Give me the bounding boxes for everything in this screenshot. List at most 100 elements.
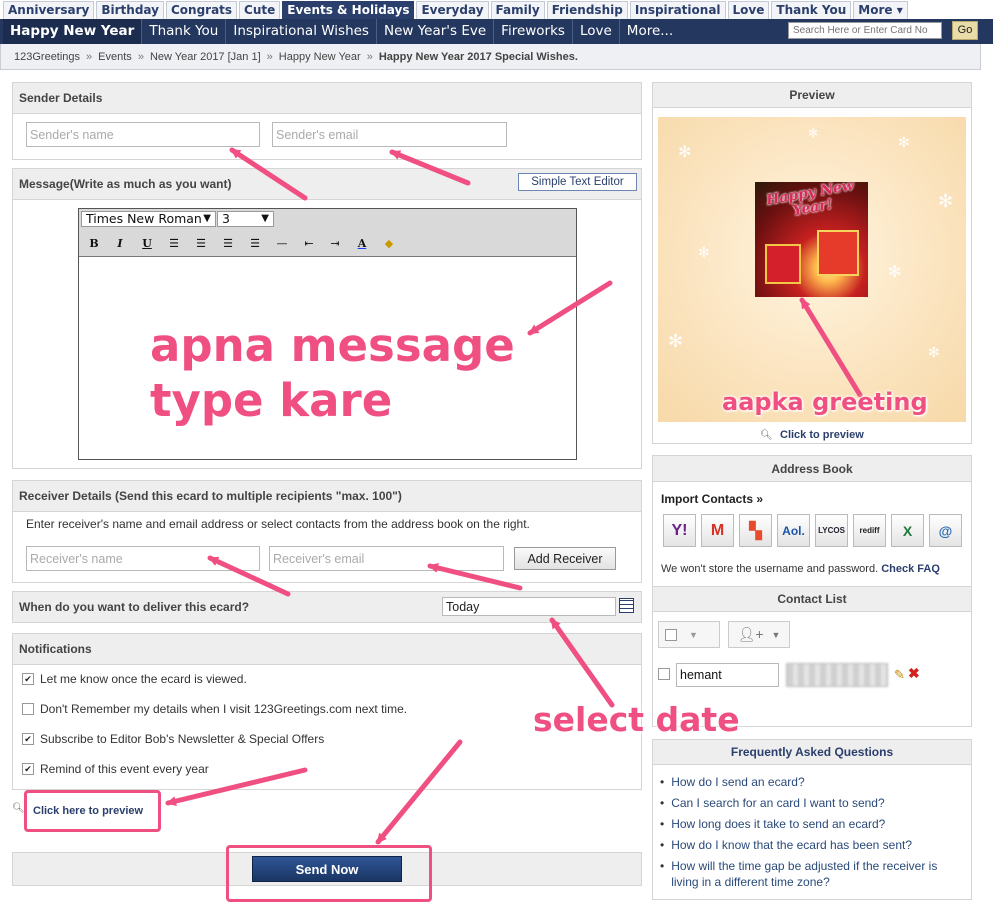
sender-name-input[interactable]: Sender's name xyxy=(26,122,260,147)
faq-item[interactable]: • How will the time gap be adjusted if th… xyxy=(660,858,960,890)
breadcrumb-separator: » xyxy=(366,50,373,63)
breadcrumb-happy-new-year[interactable]: Happy New Year xyxy=(279,51,361,63)
subtab-thank-you[interactable]: Thank You xyxy=(142,19,227,44)
indent-icon[interactable]: ⇥ xyxy=(325,235,345,253)
font-size-select[interactable]: 3 ▼ xyxy=(217,211,274,227)
checkbox-checked-icon[interactable]: ✔ xyxy=(22,733,34,745)
checkbox-checked-icon[interactable]: ✔ xyxy=(22,673,34,685)
highlight-color-icon[interactable]: ◆ xyxy=(379,235,399,253)
svg-text:✻: ✻ xyxy=(808,126,818,140)
delete-icon[interactable]: ✖ xyxy=(908,665,920,682)
faq-item[interactable]: • How long does it take to send an ecard? xyxy=(660,816,960,832)
tab-events-holidays[interactable]: Events & Holidays xyxy=(282,1,415,19)
check-faq-link[interactable]: Check FAQ xyxy=(881,563,940,575)
yahoo-icon[interactable]: Y! xyxy=(663,514,696,547)
align-right-icon[interactable]: ☰ xyxy=(218,235,238,253)
preview-link[interactable]: Click here to preview xyxy=(33,805,143,817)
tab-congrats[interactable]: Congrats xyxy=(165,1,238,19)
breadcrumb-new-year-2017[interactable]: New Year 2017 [Jan 1] xyxy=(150,51,261,63)
checkbox-unchecked-icon xyxy=(665,628,677,641)
receiver-details-title: Receiver Details (Send this ecard to mul… xyxy=(13,481,641,512)
select-all-dropdown[interactable]: ▼ xyxy=(658,621,720,648)
add-contact-dropdown[interactable]: 👤︎+ ▼ xyxy=(728,621,790,648)
faq-item-text: How do I know that the ecard has been se… xyxy=(671,838,913,852)
delivery-date-input[interactable]: Today xyxy=(442,597,616,616)
dropdown-arrow-icon: ▼ xyxy=(261,213,269,224)
faq-item-text: How will the time gap be adjusted if the… xyxy=(671,859,938,889)
underline-icon[interactable]: U xyxy=(137,235,157,253)
rediff-icon[interactable]: rediff xyxy=(853,514,886,547)
subtab-inspirational-wishes[interactable]: Inspirational Wishes xyxy=(226,19,377,44)
dropdown-arrow-icon: ▼ xyxy=(203,213,211,224)
simple-text-editor-button[interactable]: Simple Text Editor xyxy=(518,173,637,191)
faq-item-text: How long does it take to send an ecard? xyxy=(671,817,886,831)
bold-icon[interactable]: B xyxy=(84,235,104,253)
privacy-note-text: We won't store the username and password… xyxy=(661,563,879,575)
breadcrumb-home[interactable]: 123Greetings xyxy=(14,51,80,63)
tab-family[interactable]: Family xyxy=(490,1,545,19)
subtab-fireworks[interactable]: Fireworks xyxy=(494,19,573,44)
add-receiver-button[interactable]: Add Receiver xyxy=(514,547,616,570)
receiver-name-input[interactable]: Receiver's name xyxy=(26,546,260,571)
font-color-icon[interactable]: A xyxy=(352,235,372,253)
contact-name-field[interactable]: hemant xyxy=(676,663,779,687)
search-input[interactable] xyxy=(788,22,942,39)
justify-icon[interactable]: ☰ xyxy=(245,235,265,253)
tab-thank-you[interactable]: Thank You xyxy=(771,1,852,19)
excel-icon[interactable]: X xyxy=(891,514,924,547)
horizontal-rule-icon[interactable]: — xyxy=(272,235,292,253)
subtab-happy-new-year[interactable]: Happy New Year xyxy=(3,19,143,44)
annotation-date: select date xyxy=(533,700,740,739)
click-to-preview-link[interactable]: Click to preview xyxy=(780,429,864,441)
faq-item[interactable]: • How do I know that the ecard has been s… xyxy=(660,837,960,853)
contact-email-field-blurred[interactable] xyxy=(786,663,888,687)
subtab-new-years-eve[interactable]: New Year's Eve xyxy=(377,19,495,44)
tab-more[interactable]: More ▾ xyxy=(853,1,908,19)
font-size-value: 3 xyxy=(222,211,230,226)
notification-option-remember[interactable]: Don't Remember my details when I visit 1… xyxy=(22,702,407,716)
receiver-email-input[interactable]: Receiver's email xyxy=(269,546,504,571)
font-family-select[interactable]: Times New Roman ▼ xyxy=(81,211,216,227)
tab-friendship[interactable]: Friendship xyxy=(546,1,628,19)
subtab-more[interactable]: More... xyxy=(620,19,680,44)
send-now-button[interactable]: Send Now xyxy=(252,856,402,882)
faq-item-text: Can I search for an card I want to send? xyxy=(671,796,885,810)
svg-text:✻: ✻ xyxy=(928,344,940,360)
checkbox-checked-icon[interactable]: ✔ xyxy=(22,763,34,775)
notification-label: Subscribe to Editor Bob's Newsletter & S… xyxy=(40,732,325,746)
align-left-icon[interactable]: ☰ xyxy=(164,235,184,253)
import-contacts-label: Import Contacts » xyxy=(661,492,764,506)
windows-live-icon[interactable]: ▚ xyxy=(739,514,772,547)
breadcrumb-separator: » xyxy=(86,50,93,63)
tab-birthday[interactable]: Birthday xyxy=(96,1,164,19)
calendar-icon[interactable] xyxy=(619,598,634,613)
notification-option-newsletter[interactable]: ✔ Subscribe to Editor Bob's Newsletter & … xyxy=(22,732,324,746)
tab-love[interactable]: Love xyxy=(727,1,770,19)
faq-item[interactable]: • How do I send an ecard? xyxy=(660,774,960,790)
svg-text:✻: ✻ xyxy=(898,134,910,150)
breadcrumb-events[interactable]: Events xyxy=(98,51,132,63)
subtab-love[interactable]: Love xyxy=(573,19,620,44)
contact-checkbox[interactable] xyxy=(658,668,670,683)
search-go-button[interactable]: Go xyxy=(952,21,978,40)
aol-icon[interactable]: Aol. xyxy=(777,514,810,547)
notification-label: Remind of this event every year xyxy=(40,762,209,776)
annotation-greeting: aapka greeting xyxy=(722,388,928,416)
greeting-card-image[interactable]: Happy New Year! xyxy=(755,182,868,297)
notification-option-remind[interactable]: ✔ Remind of this event every year xyxy=(22,762,209,776)
tab-cute[interactable]: Cute xyxy=(239,1,281,19)
lycos-icon[interactable]: LYCOS xyxy=(815,514,848,547)
email-icon[interactable]: @ xyxy=(929,514,962,547)
outdent-icon[interactable]: ⇤ xyxy=(299,235,319,253)
tab-anniversary[interactable]: Anniversary xyxy=(3,1,95,19)
sender-email-input[interactable]: Sender's email xyxy=(272,122,507,147)
edit-pencil-icon[interactable]: ✎ xyxy=(894,667,905,683)
tab-inspirational[interactable]: Inspirational xyxy=(629,1,726,19)
notification-option-viewed[interactable]: ✔ Let me know once the ecard is viewed. xyxy=(22,672,247,686)
checkbox-unchecked-icon[interactable] xyxy=(22,703,34,715)
tab-everyday[interactable]: Everyday xyxy=(416,1,489,19)
italic-icon[interactable]: I xyxy=(110,235,130,253)
align-center-icon[interactable]: ☰ xyxy=(191,235,211,253)
gmail-icon[interactable]: M xyxy=(701,514,734,547)
faq-item[interactable]: • Can I search for an card I want to send… xyxy=(660,795,960,811)
